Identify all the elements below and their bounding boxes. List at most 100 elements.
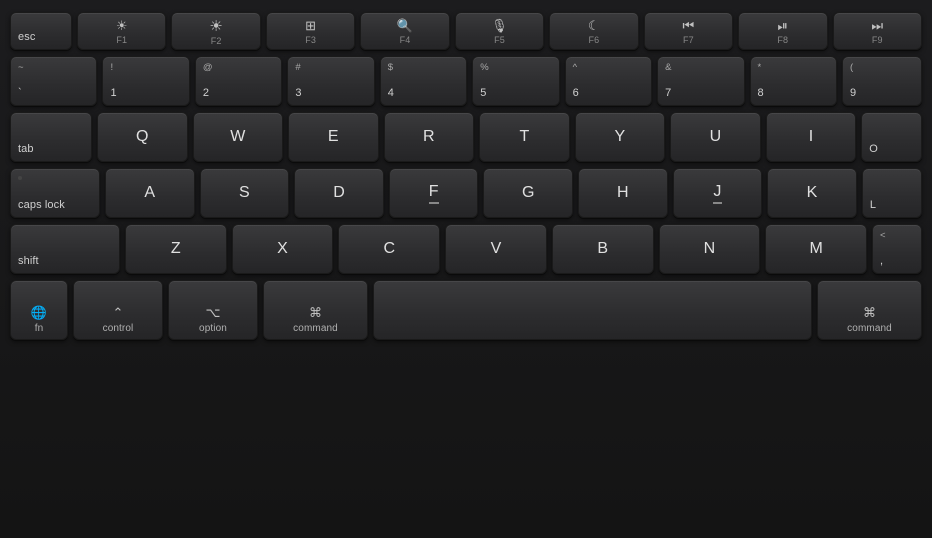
key-j[interactable]: J <box>673 168 763 218</box>
key-l[interactable]: L <box>862 168 922 218</box>
f5-content: 🎙 F5 <box>491 18 508 45</box>
key-6[interactable]: ^ 6 <box>565 56 652 106</box>
key-2[interactable]: @ 2 <box>195 56 282 106</box>
key-f1[interactable]: ☀ F1 <box>77 12 166 50</box>
key-f5[interactable]: 🎙 F5 <box>455 12 544 50</box>
key-e[interactable]: E <box>288 112 379 162</box>
t-label: T <box>519 127 529 146</box>
key-i[interactable]: I <box>766 112 857 162</box>
capslock-indicator <box>18 176 22 180</box>
key-z[interactable]: Z <box>125 224 227 274</box>
shift-label: shift <box>18 255 39 268</box>
at-top: @ <box>203 62 213 73</box>
f4-content: 🔍 F4 <box>397 18 413 45</box>
key-s[interactable]: S <box>200 168 290 218</box>
key-backtick[interactable]: ~ ` <box>10 56 97 106</box>
key-d[interactable]: D <box>294 168 384 218</box>
key-shift-left[interactable]: shift <box>10 224 120 274</box>
asterisk-top: * <box>758 62 762 73</box>
key-f7[interactable]: ⏮ F7 <box>644 12 733 50</box>
key-esc[interactable]: esc <box>10 12 72 50</box>
f1-label: F1 <box>116 35 127 45</box>
key-control[interactable]: ⌃ control <box>73 280 163 340</box>
j-label: J <box>713 182 721 204</box>
key-f9[interactable]: ⏭ F9 <box>833 12 922 50</box>
key-x[interactable]: X <box>232 224 334 274</box>
key-5[interactable]: % 5 <box>472 56 559 106</box>
key-command-left[interactable]: ⌘ command <box>263 280 368 340</box>
key-3[interactable]: # 3 <box>287 56 374 106</box>
key-k[interactable]: K <box>767 168 857 218</box>
key-f3[interactable]: ⊞ F3 <box>266 12 355 50</box>
s-label: S <box>239 183 250 202</box>
brightness-up-icon: ☀ <box>209 17 223 35</box>
key-n[interactable]: N <box>659 224 761 274</box>
key-o[interactable]: O <box>861 112 922 162</box>
key-8[interactable]: * 8 <box>750 56 837 106</box>
caps-label: caps lock <box>18 199 65 212</box>
esc-label: esc <box>18 31 35 44</box>
mission-control-icon: ⊞ <box>305 18 316 34</box>
key-fn[interactable]: 🌐 fn <box>10 280 68 340</box>
tilde-top: ~ <box>18 62 24 73</box>
f4-label: F4 <box>400 35 411 45</box>
key-f6[interactable]: ☾ F6 <box>549 12 638 50</box>
key-m[interactable]: M <box>765 224 867 274</box>
command-right-icon: ⌘ <box>863 305 876 321</box>
qwerty-key-row: tab Q W E R T Y U I O <box>10 112 922 162</box>
exclaim-top: ! <box>110 62 113 73</box>
m-label: M <box>809 239 822 258</box>
key-b[interactable]: B <box>552 224 654 274</box>
d-label: D <box>333 183 345 202</box>
key-f2[interactable]: ☀ F2 <box>171 12 260 50</box>
caret-top: ^ <box>573 62 578 73</box>
key-1[interactable]: ! 1 <box>102 56 189 106</box>
key-g[interactable]: G <box>483 168 573 218</box>
9-label: 9 <box>850 87 856 100</box>
c-label: C <box>383 239 395 258</box>
key-9[interactable]: ( 9 <box>842 56 922 106</box>
key-w[interactable]: W <box>193 112 284 162</box>
key-h[interactable]: H <box>578 168 668 218</box>
key-f[interactable]: F <box>389 168 479 218</box>
f6-content: ☾ F6 <box>588 18 600 45</box>
key-f4[interactable]: 🔍 F4 <box>360 12 449 50</box>
fn-content: 🌐 fn <box>18 286 60 334</box>
key-comma[interactable]: < , <box>872 224 922 274</box>
key-command-right[interactable]: ⌘ command <box>817 280 922 340</box>
f9-content: ⏭ F9 <box>871 18 883 45</box>
1-label: 1 <box>110 87 116 100</box>
key-4[interactable]: $ 4 <box>380 56 467 106</box>
5-label: 5 <box>480 87 486 100</box>
key-u[interactable]: U <box>670 112 761 162</box>
option-icon: ⌥ <box>205 305 220 321</box>
3-label: 3 <box>295 87 301 100</box>
key-7[interactable]: & 7 <box>657 56 744 106</box>
key-option-left[interactable]: ⌥ option <box>168 280 258 340</box>
number-key-row: ~ ` ! 1 @ 2 # 3 $ 4 % 5 ^ 6 & 7 <box>10 56 922 106</box>
key-q[interactable]: Q <box>97 112 188 162</box>
search-icon: 🔍 <box>397 18 413 34</box>
control-content: ⌃ control <box>81 286 155 334</box>
key-v[interactable]: V <box>445 224 547 274</box>
key-space[interactable] <box>373 280 812 340</box>
key-capslock[interactable]: caps lock <box>10 168 100 218</box>
key-t[interactable]: T <box>479 112 570 162</box>
7-label: 7 <box>665 87 671 100</box>
f2-content: ☀ F2 <box>209 17 223 46</box>
f3-content: ⊞ F3 <box>305 18 316 45</box>
f9-label: F9 <box>872 35 883 45</box>
key-r[interactable]: R <box>384 112 475 162</box>
f8-label: F8 <box>777 35 788 45</box>
h-label: H <box>617 183 629 202</box>
key-y[interactable]: Y <box>575 112 666 162</box>
key-tab[interactable]: tab <box>10 112 92 162</box>
function-key-row: esc ☀ F1 ☀ F2 ⊞ F3 🔍 F4 <box>10 12 922 50</box>
key-a[interactable]: A <box>105 168 195 218</box>
asdf-key-row: caps lock A S D F G H J K L <box>10 168 922 218</box>
dollar-top: $ <box>388 62 393 73</box>
f7-label: F7 <box>683 35 694 45</box>
key-c[interactable]: C <box>338 224 440 274</box>
v-label: V <box>491 239 502 258</box>
key-f8[interactable]: ⏯ F8 <box>738 12 827 50</box>
